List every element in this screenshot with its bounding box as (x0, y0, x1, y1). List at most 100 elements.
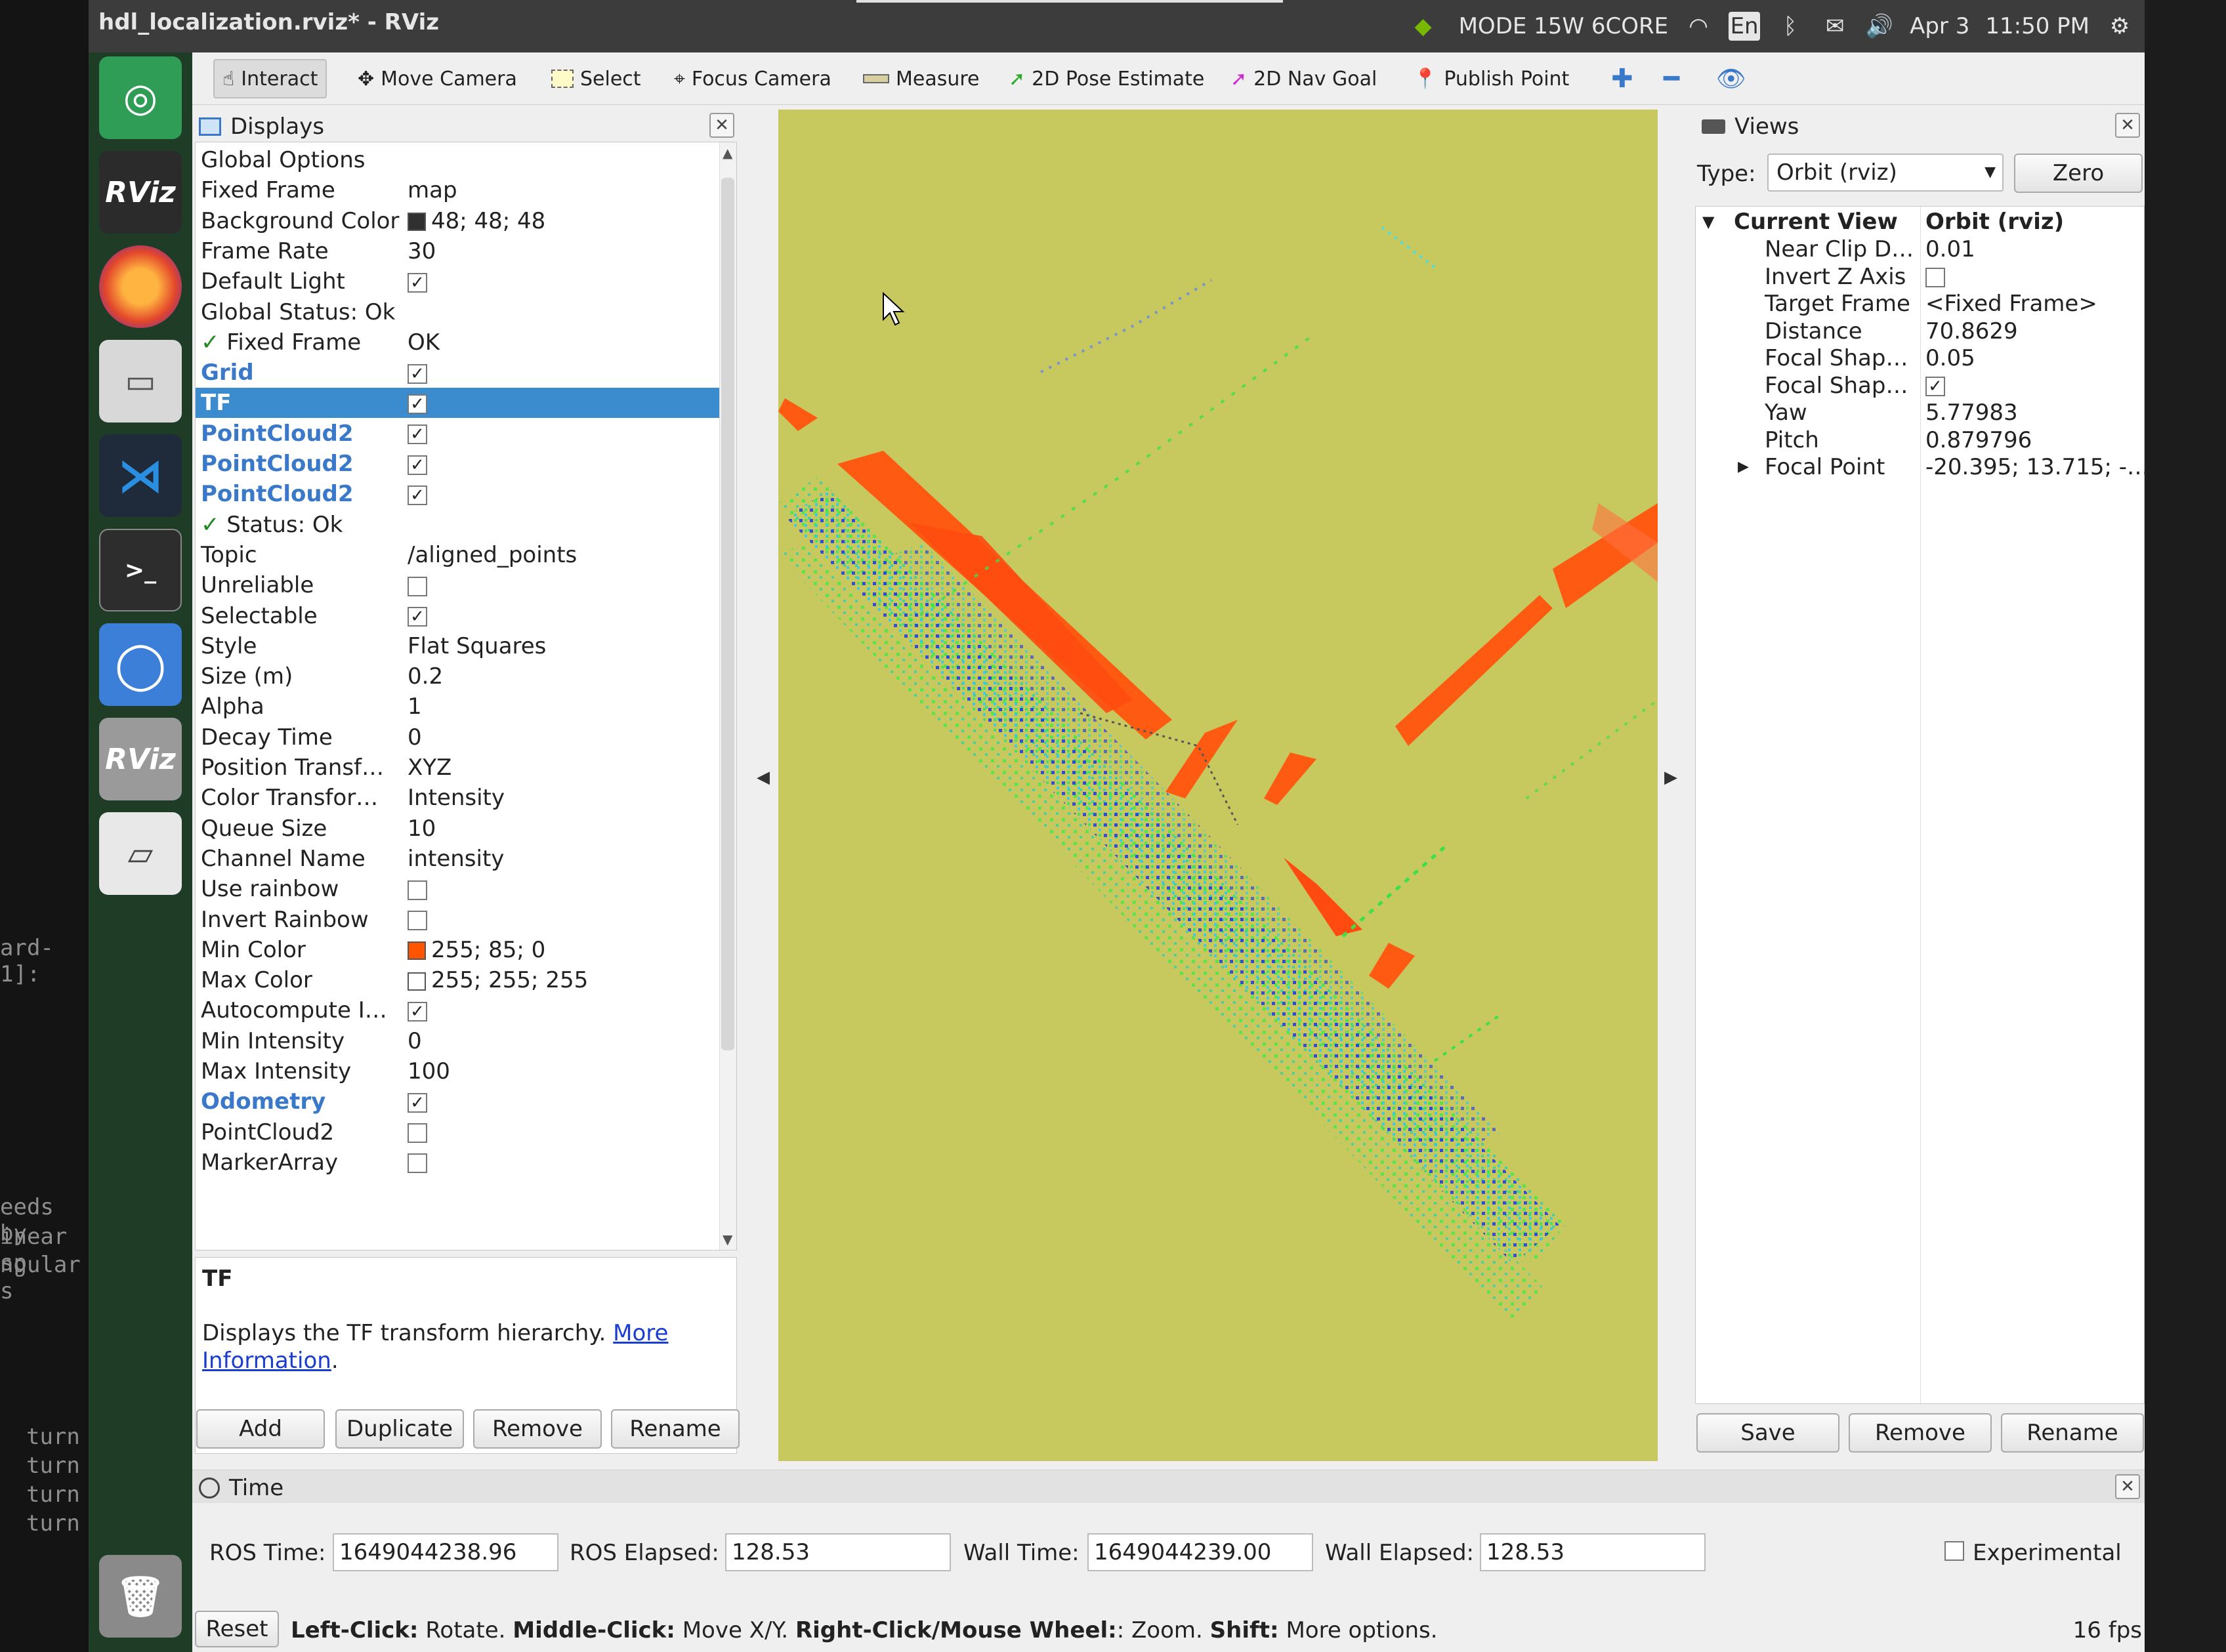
property-value[interactable]: 0.2 (408, 661, 443, 692)
property-value[interactable]: /aligned_points (408, 540, 577, 570)
property-value[interactable]: Intensity (408, 783, 505, 813)
scroll-down-icon[interactable]: ▼ (723, 1231, 732, 1247)
focus-camera-tool-button[interactable]: ⌖ Focus Camera (666, 59, 839, 98)
reset-button[interactable]: Reset (195, 1611, 279, 1647)
pose-estimate-tool-button[interactable]: ➚ 2D Pose Estimate (1001, 59, 1212, 98)
expand-arrow-icon[interactable]: ▶ (1738, 453, 1749, 481)
bluetooth-icon[interactable]: ᛒ (1776, 12, 1805, 41)
render-viewport[interactable] (778, 110, 1658, 1461)
display-property-row[interactable]: PointCloud2 (196, 1117, 721, 1147)
view-property-value[interactable]: <Fixed Frame> (1925, 290, 2097, 318)
property-checkbox[interactable]: ✓ (408, 394, 427, 414)
wall-time-field[interactable]: 1649044239.00 (1087, 1533, 1313, 1571)
eye-icon[interactable]: 👁 (1708, 59, 1754, 98)
property-value[interactable]: 1 (408, 692, 422, 722)
property-value[interactable]: intensity (408, 844, 504, 874)
property-value[interactable]: 10 (408, 814, 436, 844)
property-checkbox[interactable]: ✓ (408, 363, 427, 384)
more-info-link[interactable]: More (613, 1320, 668, 1346)
view-property-value[interactable]: 5.77983 (1925, 399, 2018, 426)
display-property-row[interactable]: Background Color 48; 48; 48 (196, 206, 721, 236)
property-value[interactable]: map (408, 175, 457, 205)
property-value[interactable]: 0 (408, 1026, 422, 1056)
scrollbar-thumb[interactable] (721, 178, 734, 1050)
views-tree[interactable]: ▼ Current View Orbit (rviz) Near Clip D…… (1695, 206, 2149, 1404)
display-property-row[interactable]: Global Options (196, 145, 721, 175)
display-property-row[interactable]: Selectable ✓ (196, 601, 721, 631)
nvidia-icon[interactable]: ◆ (1404, 12, 1443, 41)
property-checkbox[interactable]: ✓ (408, 607, 427, 627)
property-checkbox[interactable] (408, 911, 427, 930)
information-link[interactable]: Information (202, 1348, 331, 1374)
display-property-row[interactable]: Max Intensity 100 (196, 1056, 721, 1086)
rviz-icon[interactable]: RViz (99, 151, 182, 234)
display-property-row[interactable]: Topic/aligned_points (196, 540, 721, 570)
display-property-row[interactable]: Min Color 255; 85; 0 (196, 935, 721, 965)
view-property-value[interactable]: 0.05 (1925, 344, 1975, 372)
display-property-row[interactable]: Max Color 255; 255; 255 (196, 965, 721, 995)
display-property-row[interactable]: Size (m) 0.2 (196, 661, 721, 692)
experimental-checkbox[interactable] (1944, 1541, 1964, 1561)
display-property-row[interactable]: PointCloud2 ✓ (196, 479, 721, 509)
property-checkbox[interactable]: ✓ (408, 272, 427, 293)
display-property-row[interactable]: Default Light ✓ (196, 266, 721, 297)
remove-tool-icon[interactable]: ━ (1656, 59, 1687, 98)
property-value[interactable] (408, 905, 427, 935)
measure-tool-button[interactable]: Measure (855, 59, 988, 98)
property-value[interactable]: 255; 85; 0 (408, 935, 545, 965)
view-property-value[interactable]: ✓ (1925, 372, 1945, 400)
add-tool-icon[interactable]: ✚ (1603, 59, 1641, 98)
display-property-row[interactable]: Decay Time 0 (196, 722, 721, 753)
property-value[interactable] (408, 874, 427, 904)
view-property-value[interactable]: 0.879796 (1925, 426, 2032, 454)
color-swatch[interactable] (408, 213, 426, 232)
property-value[interactable]: ✓ (408, 419, 427, 449)
display-property-row[interactable]: TF ✓ (196, 388, 721, 419)
display-property-row[interactable]: Autocompute I… ✓ (196, 995, 721, 1025)
nvidia-power-mode[interactable]: MODE 15W 6CORE (1459, 13, 1669, 39)
property-checkbox[interactable] (408, 1123, 427, 1144)
view-property-value[interactable]: 0.01 (1925, 236, 1975, 263)
ros-time-field[interactable]: 1649044238.96 (333, 1533, 558, 1571)
remove-display-button[interactable]: Remove (473, 1409, 602, 1449)
view-property-value[interactable] (1925, 263, 1945, 291)
property-value[interactable] (408, 1147, 427, 1178)
vscode-icon[interactable]: ⋊ (99, 434, 182, 517)
zero-view-button[interactable]: Zero (2014, 154, 2143, 193)
display-property-row[interactable]: Odometry ✓ (196, 1086, 721, 1117)
property-value[interactable]: ✓ (408, 449, 427, 479)
interact-tool-button[interactable]: ☝ Interact (213, 59, 327, 98)
ros-elapsed-field[interactable]: 128.53 (725, 1533, 951, 1571)
property-value[interactable]: XYZ (408, 753, 452, 783)
rviz-icon[interactable]: RViz (99, 718, 182, 800)
display-property-row[interactable]: ✓ Status: Ok (196, 510, 721, 540)
display-property-row[interactable]: Channel Name intensity (196, 844, 721, 874)
view-property-checkbox[interactable]: ✓ (1925, 377, 1945, 396)
property-checkbox[interactable] (408, 880, 427, 900)
rename-view-button[interactable]: Rename (2001, 1413, 2144, 1453)
property-checkbox[interactable]: ✓ (408, 1001, 427, 1022)
publish-point-tool-button[interactable]: 📍 Publish Point (1405, 59, 1577, 98)
rename-display-button[interactable]: Rename (611, 1409, 740, 1449)
terminal-icon[interactable]: >_ (99, 529, 182, 611)
property-value[interactable]: 30 (408, 236, 436, 266)
display-property-row[interactable]: Invert Rainbow (196, 905, 721, 935)
display-property-row[interactable]: PointCloud2 ✓ (196, 419, 721, 449)
property-value[interactable]: ✓ (408, 388, 427, 418)
mail-icon[interactable]: ✉ (1820, 12, 1849, 41)
property-value[interactable]: 48; 48; 48 (408, 206, 545, 236)
firefox-icon[interactable] (99, 245, 182, 328)
close-icon[interactable]: ✕ (709, 113, 734, 138)
close-icon[interactable]: ✕ (2115, 1474, 2140, 1499)
property-value[interactable]: 255; 255; 255 (408, 965, 588, 995)
property-value[interactable]: ✓ (408, 479, 427, 509)
display-property-row[interactable]: Position Transf… XYZ (196, 753, 721, 783)
keyboard-layout-indicator[interactable]: En (1729, 12, 1761, 41)
property-checkbox[interactable]: ✓ (408, 1092, 427, 1113)
view-property-checkbox[interactable] (1925, 268, 1945, 287)
expand-arrow-icon[interactable]: ▼ (1702, 208, 1714, 236)
property-value[interactable]: ✓ (408, 995, 427, 1025)
property-checkbox[interactable] (408, 1153, 427, 1174)
display-property-row[interactable]: Min Intensity 0 (196, 1026, 721, 1056)
display-property-row[interactable]: MarkerArray (196, 1147, 721, 1178)
